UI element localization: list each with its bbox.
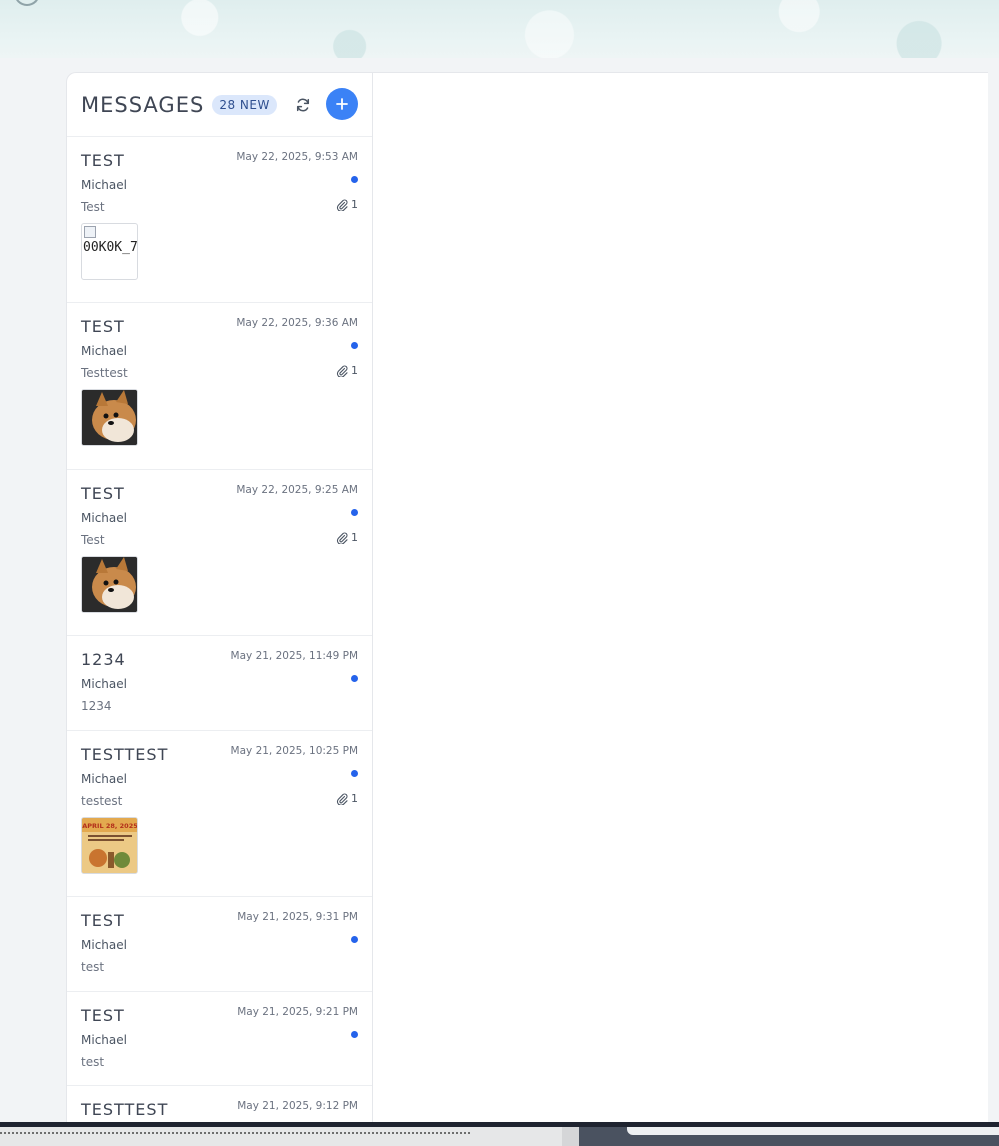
attachment-thumbnail[interactable]: 00K0K_7 (81, 223, 138, 280)
unread-dot (351, 936, 358, 943)
paperclip-icon (336, 199, 348, 211)
attachment-thumbnail[interactable] (81, 556, 138, 613)
message-sender: Michael (81, 1033, 127, 1047)
background-window-content (627, 1127, 999, 1135)
message-preview: 1234 (81, 699, 112, 713)
attachment-count-label: 1 (351, 364, 358, 377)
attachment-count: 1 (336, 364, 358, 377)
refresh-icon (296, 98, 310, 112)
unread-dot (351, 509, 358, 516)
list-item[interactable]: TEST May 21, 2025, 9:31 PM Michael test (67, 897, 372, 992)
header-banner (0, 0, 999, 58)
unread-dot (351, 342, 358, 349)
attachment-count-label: 1 (351, 792, 358, 805)
attachment-thumbnail[interactable]: APRIL 28, 2025 (81, 817, 138, 874)
attachment-count: 1 (336, 198, 358, 211)
flyer-image: APRIL 28, 2025 (82, 818, 138, 873)
message-sender: Michael (81, 938, 127, 952)
message-subject: TEST (81, 911, 125, 930)
attachment-count: 1 (336, 792, 358, 805)
message-date: May 22, 2025, 9:36 AM (236, 317, 358, 329)
message-subject: 1234 (81, 650, 126, 669)
flyer-date-text: APRIL 28, 2025 (82, 822, 138, 830)
message-subject: TESTTEST (81, 745, 169, 764)
message-list: MESSAGES 28 NEW TEST May 22, 2025, 9:53 … (67, 73, 373, 1128)
unread-dot (351, 1031, 358, 1038)
background-window-edge (562, 1127, 579, 1146)
message-sender: Michael (81, 677, 127, 691)
message-date: May 21, 2025, 9:21 PM (237, 1006, 358, 1018)
message-subject: TESTTEST (81, 1100, 169, 1119)
message-sender: Michael (81, 772, 127, 786)
unread-dot (351, 176, 358, 183)
list-item[interactable]: TESTTEST May 21, 2025, 10:25 PM Michael … (67, 731, 372, 897)
plus-icon (336, 98, 348, 110)
message-date: May 21, 2025, 9:31 PM (237, 911, 358, 923)
message-sender: Michael (81, 178, 127, 192)
list-item[interactable]: TEST May 22, 2025, 9:53 AM Michael Test … (67, 137, 372, 303)
message-sender: Michael (81, 344, 127, 358)
dog-photo (82, 390, 137, 445)
message-preview: test (81, 960, 105, 974)
broken-image-icon (84, 226, 96, 238)
message-subject: TEST (81, 484, 125, 503)
list-item[interactable]: TEST May 21, 2025, 9:21 PM Michael test (67, 992, 372, 1086)
message-preview: testest (81, 794, 123, 808)
background-window-strip (0, 1127, 999, 1146)
attachment-thumbnail[interactable] (81, 389, 138, 446)
message-list-header: MESSAGES 28 NEW (67, 73, 372, 137)
message-subject: TEST (81, 151, 125, 170)
attachment-count-label: 1 (351, 531, 358, 544)
banner-texture (0, 0, 999, 58)
list-item[interactable]: 1234 May 21, 2025, 11:49 PM Michael 1234 (67, 636, 372, 731)
new-count-badge: 28 NEW (212, 94, 277, 115)
message-subject: TEST (81, 1006, 125, 1025)
unread-dot (351, 675, 358, 682)
message-date: May 21, 2025, 11:49 PM (230, 650, 358, 662)
message-sender: Michael (81, 511, 127, 525)
page-title: MESSAGES (81, 92, 205, 117)
paperclip-icon (336, 365, 348, 377)
thumbnail-alt-text: 00K0K_7 (83, 240, 138, 255)
dog-photo (82, 557, 137, 612)
paperclip-icon (336, 793, 348, 805)
message-preview: Test (81, 533, 105, 547)
list-item[interactable]: TEST May 22, 2025, 9:25 AM Michael Test … (67, 470, 372, 636)
message-preview: Testtest (81, 366, 128, 380)
message-date: May 22, 2025, 9:25 AM (236, 484, 358, 496)
refresh-button[interactable] (293, 95, 313, 115)
messages-panel: MESSAGES 28 NEW TEST May 22, 2025, 9:53 … (66, 72, 988, 1128)
background-document-fragment (0, 1122, 470, 1134)
message-date: May 22, 2025, 9:53 AM (236, 151, 358, 163)
attachment-count: 1 (336, 531, 358, 544)
compose-button[interactable] (326, 88, 358, 120)
background-window (579, 1127, 999, 1146)
paperclip-icon (336, 532, 348, 544)
message-date: May 21, 2025, 9:12 PM (237, 1100, 358, 1112)
unread-dot (351, 770, 358, 777)
attachment-count-label: 1 (351, 198, 358, 211)
list-item[interactable]: TEST May 22, 2025, 9:36 AM Michael Testt… (67, 303, 372, 470)
message-subject: TEST (81, 317, 125, 336)
message-detail-pane (373, 73, 988, 1128)
message-preview: Test (81, 200, 105, 214)
message-date: May 21, 2025, 10:25 PM (230, 745, 358, 757)
message-preview: test (81, 1055, 105, 1069)
